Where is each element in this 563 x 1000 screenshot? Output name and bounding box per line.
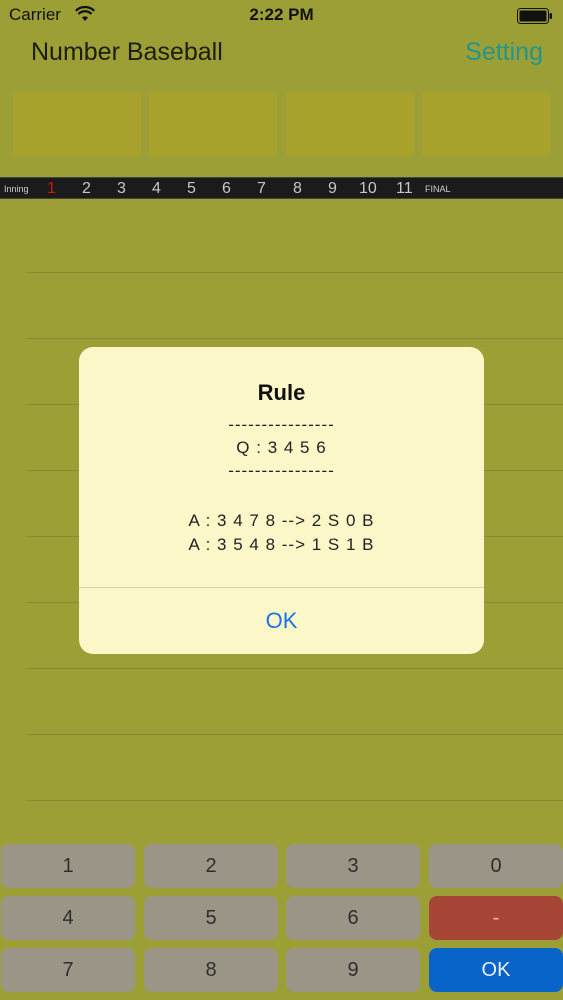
key-8[interactable]: 8 (144, 948, 278, 992)
answer-slot-1 (13, 92, 141, 156)
inning-3: 3 (117, 180, 126, 197)
dialog-example-2: A : 3 5 4 8 --> 1 S 1 B (188, 535, 375, 554)
note-line (26, 800, 563, 801)
inning-6: 6 (222, 180, 231, 197)
inning-label: Inning (4, 184, 29, 194)
note-line (26, 272, 563, 273)
key-minus[interactable]: - (429, 896, 563, 940)
answer-slot-4 (422, 92, 550, 156)
dialog-dashes-top: ---------------- (228, 415, 335, 434)
key-2[interactable]: 2 (144, 844, 278, 888)
page-title: Number Baseball (31, 38, 223, 66)
note-line (26, 734, 563, 735)
answer-slot-2 (149, 92, 277, 156)
answer-slot-3 (286, 92, 414, 156)
inning-9: 9 (328, 180, 337, 197)
key-5[interactable]: 5 (144, 896, 278, 940)
dialog-ok-button[interactable]: OK (79, 588, 484, 654)
battery-icon (517, 8, 552, 24)
dialog-question: Q : 3 4 5 6 (236, 438, 327, 457)
setting-button[interactable]: Setting (465, 38, 543, 67)
key-9[interactable]: 9 (286, 948, 420, 992)
inning-7: 7 (257, 180, 266, 197)
inning-11: 11 (396, 180, 413, 197)
inning-final: FINAL (425, 184, 451, 194)
key-1[interactable]: 1 (1, 844, 135, 888)
inning-8: 8 (293, 180, 302, 197)
key-7[interactable]: 7 (1, 948, 135, 992)
note-line (26, 668, 563, 669)
key-6[interactable]: 6 (286, 896, 420, 940)
status-bar: Carrier 2:22 PM (0, 0, 563, 32)
inning-5: 5 (187, 180, 196, 197)
key-3[interactable]: 3 (286, 844, 420, 888)
inning-scoreboard: Inning 1 2 3 4 5 6 7 8 9 10 11 FINAL (0, 177, 563, 199)
inning-1: 1 (47, 180, 56, 197)
inning-10: 10 (359, 180, 377, 197)
dialog-example-1: A : 3 4 7 8 --> 2 S 0 B (188, 511, 375, 530)
note-line (26, 338, 563, 339)
clock: 2:22 PM (249, 5, 314, 24)
inning-4: 4 (152, 180, 161, 197)
key-4[interactable]: 4 (1, 896, 135, 940)
key-0[interactable]: 0 (429, 844, 563, 888)
inning-2: 2 (82, 180, 91, 197)
key-ok[interactable]: OK (429, 948, 563, 992)
dialog-title: Rule (257, 380, 306, 405)
dialog-dashes-bottom: ---------------- (228, 461, 335, 480)
